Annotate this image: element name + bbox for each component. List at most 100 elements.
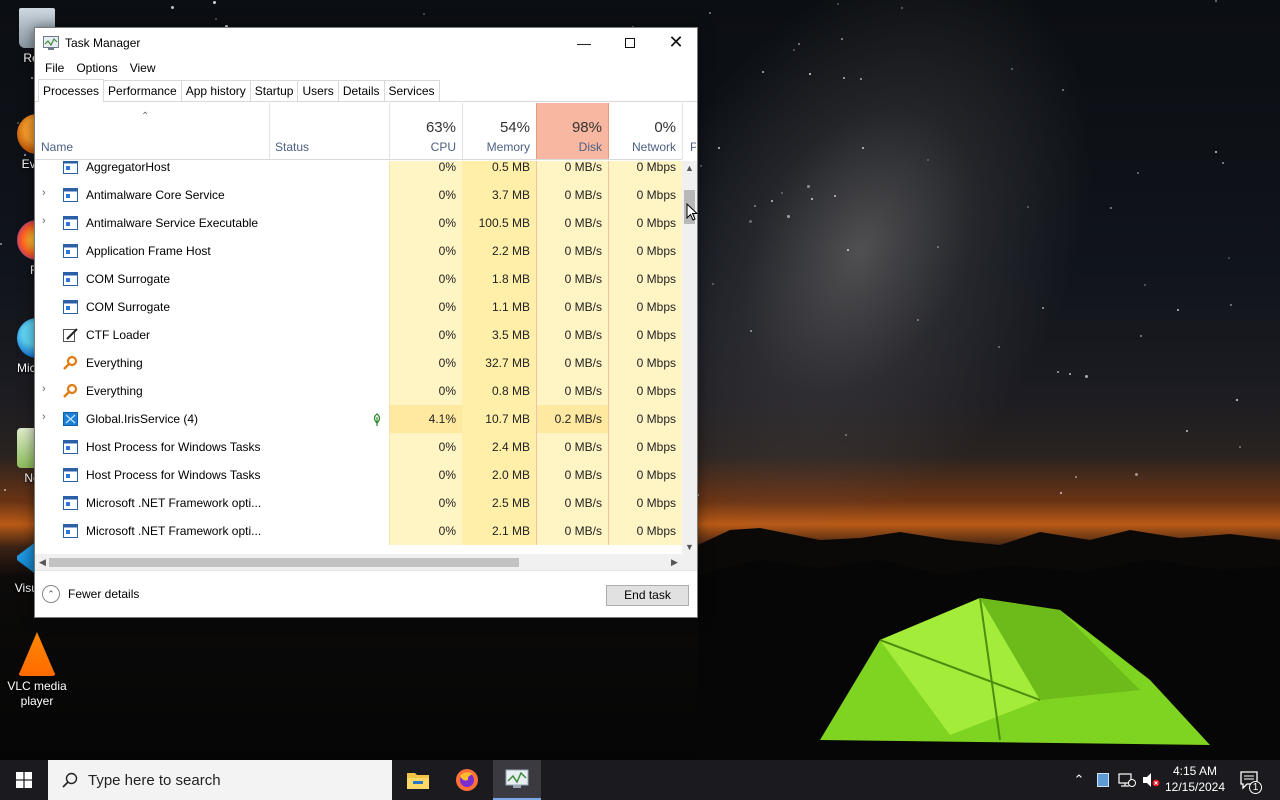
fewer-details-toggle[interactable]: ⌃ Fewer details bbox=[42, 585, 139, 603]
search-placeholder: Type here to search bbox=[88, 771, 221, 789]
process-disk-value: 0 MB/s bbox=[536, 433, 609, 461]
scroll-up-icon[interactable]: ▲ bbox=[682, 163, 697, 173]
close-icon: ✕ bbox=[668, 32, 684, 52]
tray-network-icon[interactable] bbox=[1115, 760, 1139, 800]
system-clock[interactable]: 4:15 AM 12/15/2024 bbox=[1160, 763, 1230, 795]
process-row[interactable]: › Antimalware Service Executable 0% 100.5 M… bbox=[35, 209, 682, 237]
process-row[interactable]: › Global.IrisService (4) 4.1% 10.7 MB 0.2 MB… bbox=[35, 405, 682, 433]
show-hidden-icons-button[interactable]: ⌃ bbox=[1068, 760, 1090, 800]
process-memory-value: 0.5 MB bbox=[462, 161, 536, 181]
windows-logo-icon bbox=[16, 772, 32, 788]
expand-chevron-icon[interactable]: › bbox=[42, 411, 46, 423]
process-name: Microsoft .NET Framework opti... bbox=[86, 524, 262, 538]
menu-bar: File Options View bbox=[35, 57, 697, 79]
process-network-value: 0 Mbps bbox=[609, 181, 682, 209]
process-memory-value: 2.1 MB bbox=[462, 517, 536, 545]
tab-app-history[interactable]: App history bbox=[180, 80, 251, 101]
memory-total-percent: 54% bbox=[499, 119, 530, 136]
process-network-value: 0 Mbps bbox=[609, 461, 682, 489]
title-bar[interactable]: Task Manager — ✕ bbox=[35, 28, 697, 57]
app-window-icon bbox=[63, 161, 78, 174]
app-window-icon bbox=[63, 216, 78, 230]
expand-chevron-icon[interactable]: › bbox=[42, 215, 46, 227]
window-title: Task Manager bbox=[65, 35, 141, 50]
menu-options[interactable]: Options bbox=[70, 61, 123, 75]
process-cpu-value: 0% bbox=[389, 489, 462, 517]
process-cpu-value: 0% bbox=[389, 161, 462, 181]
process-network-value: 0 Mbps bbox=[609, 209, 682, 237]
mouse-cursor-icon bbox=[686, 203, 698, 221]
horizontal-scroll-thumb[interactable] bbox=[49, 558, 519, 567]
start-button[interactable] bbox=[0, 760, 48, 800]
process-row[interactable]: Everything 0% 32.7 MB 0 MB/s 0 Mbps bbox=[35, 349, 682, 377]
process-memory-value: 2.5 MB bbox=[462, 489, 536, 517]
column-name[interactable]: Name bbox=[35, 103, 269, 159]
column-name-label: Name bbox=[41, 140, 74, 154]
process-row[interactable]: Application Frame Host 0% 2.2 MB 0 MB/s 0 Mb… bbox=[35, 237, 682, 265]
task-manager-taskbar-button[interactable] bbox=[493, 760, 541, 800]
process-grid: ⌃ Name Status 63% CPU 54% Memory 98% Dis… bbox=[35, 103, 697, 579]
menu-view[interactable]: View bbox=[124, 61, 162, 75]
chevron-up-icon: ⌃ bbox=[1073, 772, 1085, 787]
process-disk-value: 0.2 MB/s bbox=[536, 405, 609, 433]
column-memory[interactable]: 54% Memory bbox=[462, 103, 536, 159]
process-row[interactable]: › Everything 0% 0.8 MB 0 MB/s 0 Mbps bbox=[35, 377, 682, 405]
process-name: Application Frame Host bbox=[86, 244, 211, 258]
process-network-value: 0 Mbps bbox=[609, 433, 682, 461]
process-row[interactable]: › Antimalware Core Service 0% 3.7 MB 0 MB/s 0… bbox=[35, 181, 682, 209]
process-cpu-value: 0% bbox=[389, 517, 462, 545]
chevron-up-icon: ⌃ bbox=[42, 585, 60, 603]
process-name: Everything bbox=[86, 356, 143, 370]
fewer-details-label: Fewer details bbox=[68, 587, 140, 601]
column-cpu[interactable]: 63% CPU bbox=[389, 103, 462, 159]
column-power-label: P bbox=[690, 140, 696, 154]
task-manager-window: Task Manager — ✕ File Options View Proce… bbox=[34, 27, 698, 618]
maximize-icon bbox=[625, 37, 635, 48]
tray-volume-icon[interactable] bbox=[1140, 760, 1162, 800]
tab-startup[interactable]: Startup bbox=[249, 80, 299, 101]
minimize-button[interactable]: — bbox=[561, 28, 607, 57]
process-row[interactable]: CTF Loader 0% 3.5 MB 0 MB/s 0 Mbps bbox=[35, 321, 682, 349]
process-row[interactable]: Host Process for Windows Tasks 0% 2.4 MB 0 … bbox=[35, 433, 682, 461]
taskbar-search-box[interactable]: Type here to search bbox=[48, 760, 392, 800]
process-disk-value: 0 MB/s bbox=[536, 461, 609, 489]
firefox-icon bbox=[456, 769, 478, 791]
scroll-right-icon[interactable]: ▶ bbox=[667, 557, 682, 568]
process-network-value: 0 Mbps bbox=[609, 489, 682, 517]
column-network[interactable]: 0% Network bbox=[609, 103, 682, 159]
firefox-taskbar-button[interactable] bbox=[443, 760, 491, 800]
process-disk-value: 0 MB/s bbox=[536, 349, 609, 377]
column-disk[interactable]: 98% Disk bbox=[536, 103, 609, 159]
vlc-shortcut-icon[interactable]: VLC media player bbox=[0, 632, 74, 709]
tab-performance[interactable]: Performance bbox=[103, 80, 182, 101]
process-row[interactable]: COM Surrogate 0% 1.8 MB 0 MB/s 0 Mbps bbox=[35, 265, 682, 293]
close-button[interactable]: ✕ bbox=[653, 28, 699, 57]
end-task-button[interactable]: End task bbox=[606, 585, 689, 606]
menu-file[interactable]: File bbox=[39, 61, 70, 75]
search-icon bbox=[62, 772, 78, 788]
scroll-left-icon[interactable]: ◀ bbox=[35, 557, 50, 568]
tab-users[interactable]: Users bbox=[297, 80, 339, 101]
action-center-button[interactable]: 1 bbox=[1234, 760, 1266, 800]
process-row[interactable]: Host Process for Windows Tasks 0% 2.0 MB 0 … bbox=[35, 461, 682, 489]
tab-details[interactable]: Details bbox=[337, 80, 385, 101]
file-explorer-taskbar-button[interactable] bbox=[394, 760, 442, 800]
volume-muted-icon bbox=[1143, 773, 1160, 787]
process-network-value: 0 Mbps bbox=[609, 265, 682, 293]
process-row[interactable]: Microsoft .NET Framework opti... 0% 2.5 MB… bbox=[35, 489, 682, 517]
expand-chevron-icon[interactable]: › bbox=[42, 383, 46, 395]
column-status[interactable]: Status bbox=[269, 103, 389, 159]
process-row[interactable]: COM Surrogate 0% 1.1 MB 0 MB/s 0 Mbps bbox=[35, 293, 682, 321]
process-disk-value: 0 MB/s bbox=[536, 377, 609, 405]
horizontal-scrollbar[interactable]: ◀ ▶ bbox=[35, 554, 697, 571]
maximize-button[interactable] bbox=[607, 28, 653, 57]
process-row[interactable]: AggregatorHost 0% 0.5 MB 0 MB/s 0 Mbps bbox=[35, 161, 682, 181]
column-power[interactable]: P bbox=[682, 103, 696, 159]
tab-services[interactable]: Services bbox=[383, 80, 440, 101]
tab-processes[interactable]: Processes bbox=[38, 79, 105, 102]
expand-chevron-icon[interactable]: › bbox=[42, 187, 46, 199]
tray-storage-icon[interactable] bbox=[1092, 760, 1114, 800]
scroll-down-icon[interactable]: ▼ bbox=[682, 542, 697, 552]
process-row[interactable]: Microsoft .NET Framework opti... 0% 2.1 MB… bbox=[35, 517, 682, 545]
process-name: Microsoft .NET Framework opti... bbox=[86, 496, 262, 510]
